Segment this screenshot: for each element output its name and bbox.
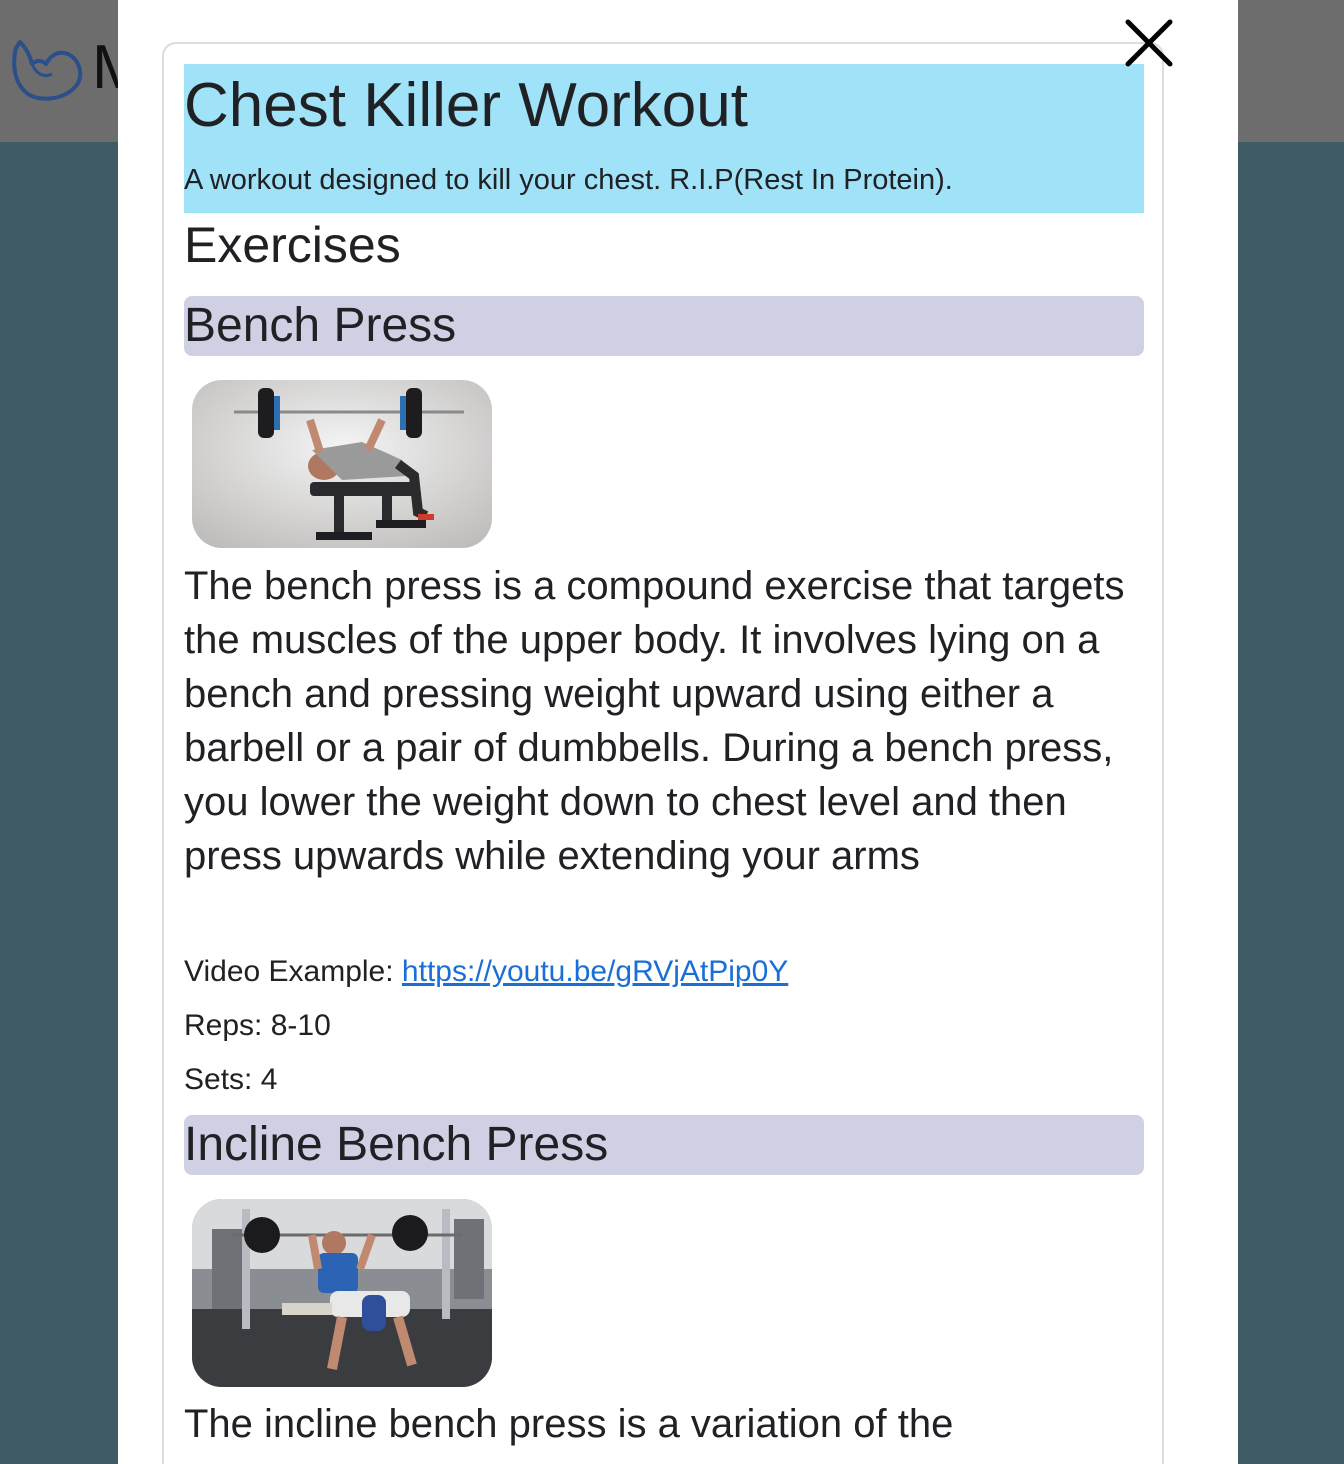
exercise-description: The incline bench press is a variation o… <box>184 1402 954 1446</box>
close-icon[interactable] <box>1120 14 1178 72</box>
exercise-sets: Sets: 4 <box>184 1063 278 1096</box>
workout-description: A workout designed to kill your chest. R… <box>184 164 953 196</box>
workout-header: Chest Killer Workout A workout designed … <box>184 64 1144 213</box>
video-example-link[interactable]: https://youtu.be/gRVjAtPip0Y <box>402 955 788 988</box>
exercise-description: The bench press is a compound exercise t… <box>184 564 1125 878</box>
exercises-heading: Exercises <box>184 217 401 273</box>
incline-bench-press-photo <box>192 1199 492 1387</box>
exercise-name: Incline Bench Press <box>184 1115 1144 1175</box>
workout-title: Chest Killer Workout <box>184 71 748 140</box>
bench-press-photo <box>192 380 492 548</box>
exercise-name: Bench Press <box>184 296 1144 356</box>
video-example-label: Video Example: <box>184 955 402 988</box>
video-example: Video Example: https://youtu.be/gRVjAtPi… <box>184 954 788 990</box>
flexed-arm-logo-icon[interactable] <box>6 34 86 106</box>
exercise-reps: Reps: 8-10 <box>184 1009 331 1042</box>
